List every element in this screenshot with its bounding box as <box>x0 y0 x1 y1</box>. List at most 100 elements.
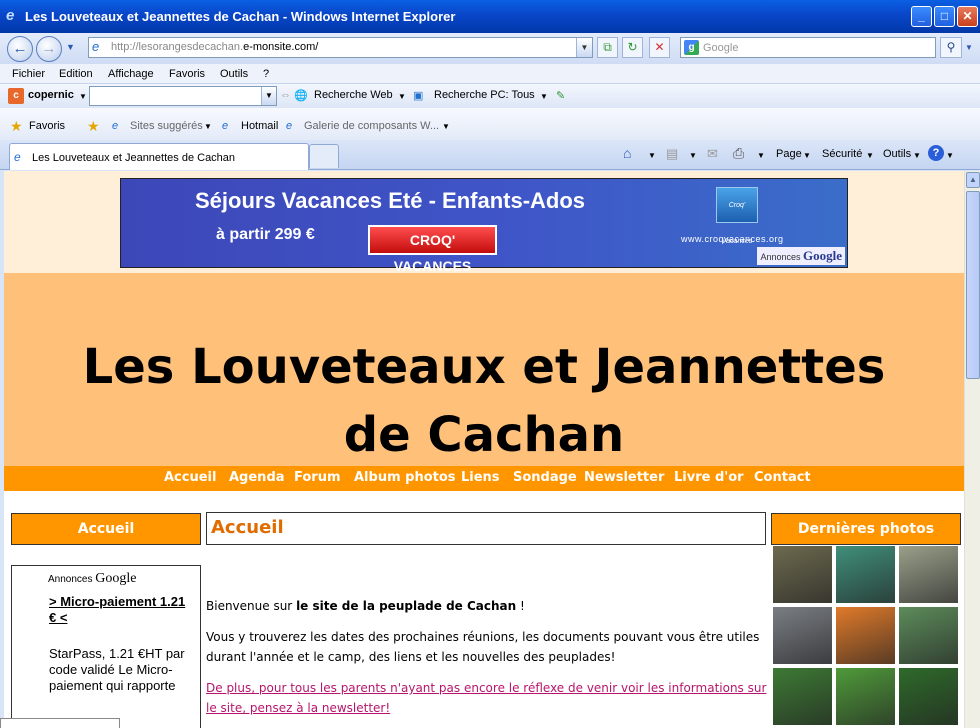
pc-search-dropdown-icon[interactable]: ▼ <box>540 92 548 101</box>
suggested-sites-link[interactable]: Sites suggérés <box>130 120 203 132</box>
ad-url: www.croqvacances.org <box>681 234 784 244</box>
photo-thumbnail[interactable] <box>835 545 896 604</box>
top-ad-zone: Séjours Vacances Eté - Enfants-Ados à pa… <box>4 171 964 274</box>
photo-thumbnail[interactable] <box>835 606 896 665</box>
security-menu-dropdown-icon[interactable]: ▼ <box>866 151 874 160</box>
tab-page-icon: e <box>14 150 21 164</box>
photo-thumbnail[interactable] <box>898 545 959 604</box>
search-field[interactable]: g Google <box>680 37 936 58</box>
stop-icon[interactable]: ✕ <box>649 37 670 58</box>
page-icon: e <box>92 39 100 54</box>
search-placeholder: Google <box>703 42 739 54</box>
web-search-button[interactable]: Recherche Web <box>314 89 393 101</box>
photo-thumbnail[interactable] <box>772 667 833 726</box>
separator-icon: ⇔ <box>280 89 291 101</box>
nav-sondage[interactable]: Sondage <box>513 470 577 485</box>
security-menu[interactable]: Sécurité <box>822 148 862 160</box>
new-tab-button[interactable] <box>309 144 339 168</box>
mail-icon[interactable]: ✉ <box>707 146 718 162</box>
web-search-dropdown-icon[interactable]: ▼ <box>398 92 406 101</box>
menu-outils[interactable]: Outils <box>220 68 248 80</box>
print-icon[interactable]: ⎙ <box>733 145 744 162</box>
maximize-button[interactable]: □ <box>934 6 955 27</box>
rss-icon[interactable]: ▤ <box>666 146 678 162</box>
photo-thumbnail[interactable] <box>835 667 896 726</box>
refresh-icon[interactable]: ↻ <box>622 37 643 58</box>
favorites-star-icon: ★ <box>10 118 23 134</box>
menu-help[interactable]: ? <box>263 68 269 80</box>
nav-newsletter[interactable]: Newsletter <box>584 470 664 485</box>
newsletter-link[interactable]: De plus, pour tous les parents n'ayant p… <box>206 678 771 718</box>
menu-affichage[interactable]: Affichage <box>108 68 154 80</box>
nav-album-photos[interactable]: Album photos <box>354 470 456 485</box>
main-heading: Accueil <box>211 517 284 538</box>
right-sidebar-heading: Dernières photos <box>771 513 961 545</box>
copernic-brand[interactable]: copernic <box>28 89 74 101</box>
add-favorite-icon[interactable]: ★ <box>87 118 100 135</box>
highlight-icon[interactable]: ✎ <box>556 89 565 102</box>
page-viewport: Séjours Vacances Eté - Enfants-Ados à pa… <box>4 171 964 728</box>
rss-dropdown-icon[interactable]: ▼ <box>689 151 697 160</box>
help-dropdown-icon[interactable]: ▼ <box>946 151 954 160</box>
main-content: Bienvenue sur le site de la peuplade de … <box>206 596 771 728</box>
scroll-up-icon[interactable]: ▲ <box>966 172 980 188</box>
search-options-icon[interactable]: ▼ <box>965 43 973 52</box>
menu-favoris[interactable]: Favoris <box>169 68 205 80</box>
photo-thumbnail[interactable] <box>898 667 959 726</box>
close-button[interactable]: ✕ <box>957 6 978 27</box>
favorites-button[interactable]: Favoris <box>29 120 65 132</box>
search-icon[interactable]: ⚲ <box>940 37 962 58</box>
photo-thumbnail[interactable] <box>898 606 959 665</box>
ad-banner[interactable]: Séjours Vacances Eté - Enfants-Ados à pa… <box>120 178 848 274</box>
minimize-button[interactable]: _ <box>911 6 932 27</box>
scroll-thumb[interactable] <box>966 191 980 379</box>
nav-accueil[interactable]: Accueil <box>164 470 216 485</box>
left-ad-attribution: Annonces Google <box>48 571 137 586</box>
compatibility-icon[interactable]: ⧉ <box>597 37 618 58</box>
page-menu-dropdown-icon[interactable]: ▼ <box>803 151 811 160</box>
address-text[interactable]: http://lesorangesdecachan.e-monsite.com/ <box>111 41 318 53</box>
pc-search-button[interactable]: Recherche PC: Tous <box>434 89 535 101</box>
address-dropdown-icon[interactable]: ▼ <box>576 38 592 57</box>
history-dropdown-icon[interactable]: ▼ <box>66 42 75 52</box>
nav-contact[interactable]: Contact <box>754 470 811 485</box>
address-field[interactable]: e http://lesorangesdecachan.e-monsite.co… <box>88 37 593 58</box>
gallery-link[interactable]: Galerie de composants W... <box>304 120 439 132</box>
copernic-menu-icon[interactable]: ▼ <box>79 92 87 101</box>
gallery-icon: e <box>286 120 293 132</box>
home-dropdown-icon[interactable]: ▼ <box>648 151 656 160</box>
home-icon[interactable]: ⌂ <box>623 145 631 161</box>
print-dropdown-icon[interactable]: ▼ <box>757 151 765 160</box>
suggested-dropdown-icon[interactable]: ▼ <box>204 122 212 131</box>
menu-edition[interactable]: Edition <box>59 68 93 80</box>
status-popup <box>0 718 120 728</box>
copernic-search-input[interactable]: ▼ <box>89 86 277 106</box>
nav-liens[interactable]: Liens <box>461 470 500 485</box>
gallery-dropdown-icon[interactable]: ▼ <box>442 122 450 131</box>
photo-thumbnail[interactable] <box>772 606 833 665</box>
menu-fichier[interactable]: Fichier <box>12 68 45 80</box>
photo-thumbnail[interactable] <box>772 545 833 604</box>
left-ad-title-link[interactable]: > Micro-paiement 1.21 € < <box>49 594 189 626</box>
hotmail-icon: e <box>222 120 229 132</box>
ad-cta-button[interactable]: CROQ' VACANCES <box>368 225 497 274</box>
vertical-scrollbar[interactable]: ▲ <box>964 171 980 728</box>
site-nav: Accueil Agenda Forum Album photos Liens … <box>4 466 964 491</box>
nav-forum[interactable]: Forum <box>294 470 341 485</box>
help-icon[interactable]: ? <box>928 145 944 161</box>
back-button[interactable]: ← <box>7 36 33 62</box>
nav-livre-dor[interactable]: Livre d'or <box>674 470 744 485</box>
welcome-paragraph: Bienvenue sur le site de la peuplade de … <box>206 599 525 613</box>
tools-menu-dropdown-icon[interactable]: ▼ <box>913 151 921 160</box>
browser-window: e Les Louveteaux et Jeannettes de Cachan… <box>0 0 980 728</box>
window-title: Les Louveteaux et Jeannettes de Cachan -… <box>25 9 456 24</box>
web-search-icon: 🌐 <box>294 90 308 102</box>
nav-agenda[interactable]: Agenda <box>229 470 285 485</box>
page-menu[interactable]: Page <box>776 148 802 160</box>
copernic-dropdown-icon[interactable]: ▼ <box>261 87 276 105</box>
tab-active[interactable]: e Les Louveteaux et Jeannettes de Cachan <box>9 143 309 170</box>
hotmail-link[interactable]: Hotmail <box>241 120 278 132</box>
tools-menu[interactable]: Outils <box>883 148 911 160</box>
forward-button[interactable]: → <box>36 36 62 62</box>
site-header: Les Louveteaux et Jeannettes de Cachan <box>4 273 964 466</box>
